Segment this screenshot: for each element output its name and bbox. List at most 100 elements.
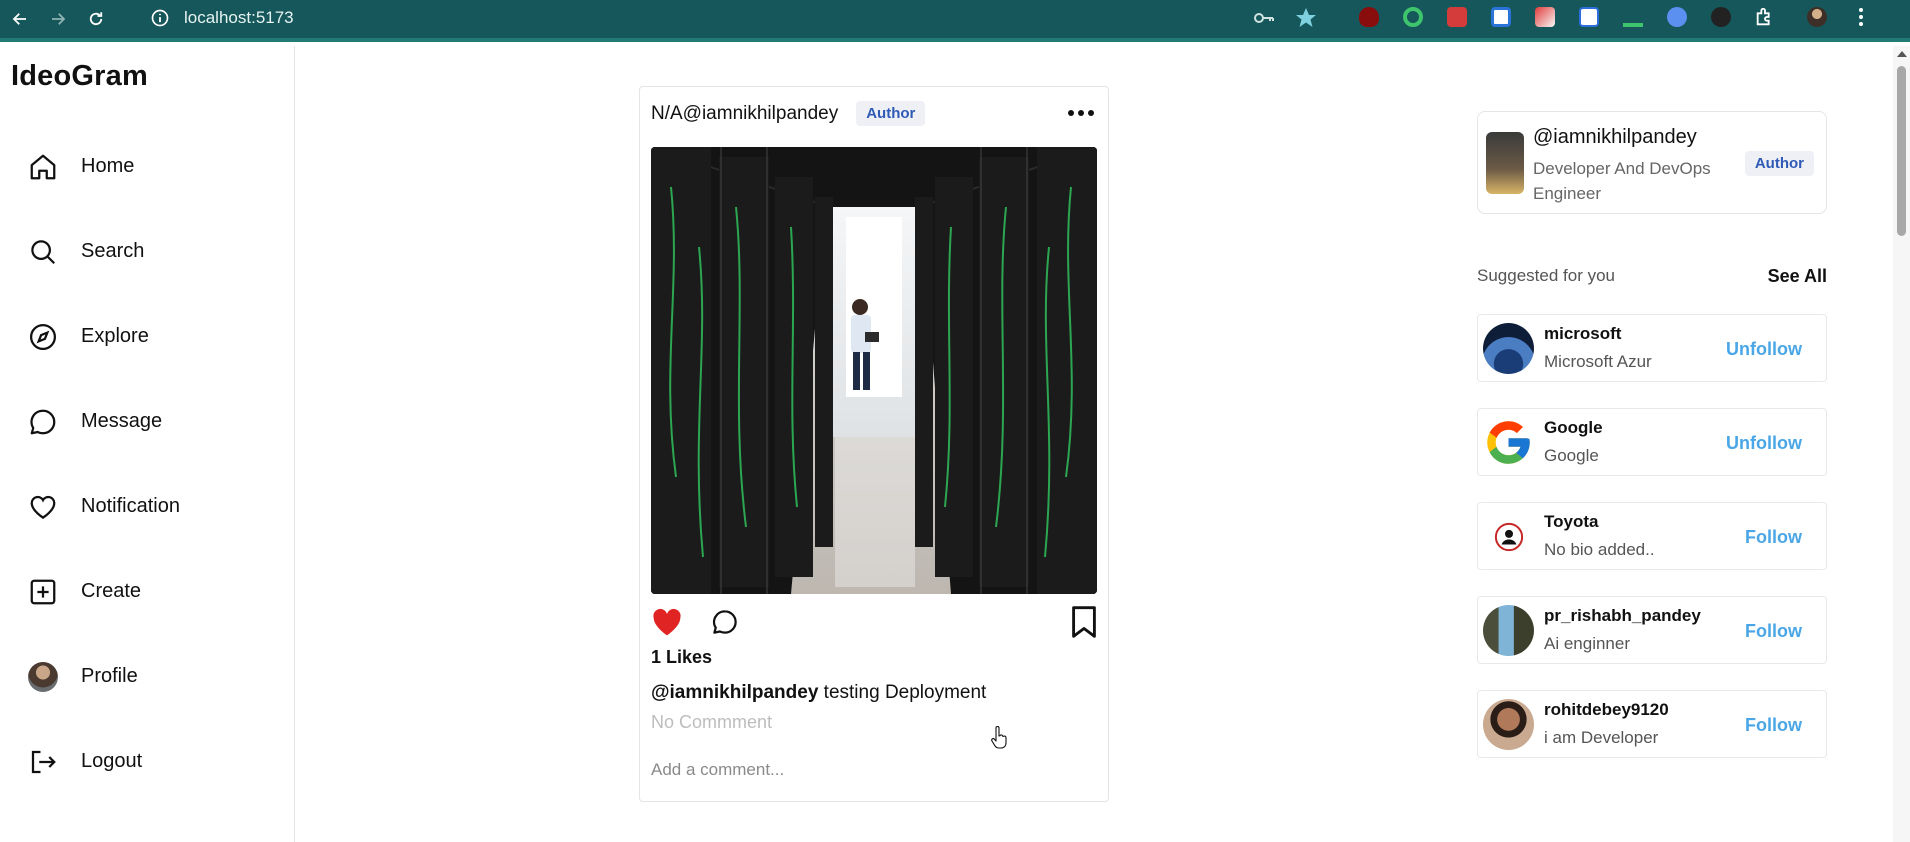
- sidebar-nav: Home Search Explore Message Notification…: [28, 124, 180, 804]
- list-item[interactable]: Toyota No bio added.. Follow: [1477, 502, 1827, 570]
- comment-icon[interactable]: [709, 607, 741, 637]
- sidebar-item-label: Logout: [81, 750, 143, 772]
- likes-count: 1 Likes: [651, 647, 713, 667]
- sidebar-item-home[interactable]: Home: [28, 124, 180, 209]
- suggestions-title: Suggested for you: [1477, 266, 1615, 285]
- menu-kebab-icon[interactable]: [1846, 2, 1876, 32]
- author-badge: Author: [856, 101, 926, 126]
- heart-icon: [30, 495, 56, 519]
- puzzle-icon[interactable]: [1750, 2, 1780, 32]
- sidebar-item-label: Notification: [81, 495, 180, 517]
- like-heart-icon[interactable]: [651, 607, 683, 637]
- more-options-icon[interactable]: [1068, 105, 1096, 121]
- search-icon: [31, 239, 56, 264]
- logout-icon: [31, 750, 56, 773]
- avatar: [1483, 605, 1534, 656]
- post-actions: [651, 605, 1097, 639]
- shield-extension-icon[interactable]: [1662, 2, 1692, 32]
- sidebar-item-explore[interactable]: Explore: [28, 294, 180, 379]
- list-item[interactable]: microsoft Microsoft Azur Unfollow: [1477, 314, 1827, 382]
- red-bag-extension-icon[interactable]: [1442, 2, 1472, 32]
- url-text: localhost:5173: [184, 8, 294, 27]
- list-item[interactable]: Google Google Unfollow: [1477, 408, 1827, 476]
- image-extension-icon[interactable]: [1574, 2, 1604, 32]
- ublock-icon[interactable]: [1354, 2, 1384, 32]
- google-logo-icon: [1483, 417, 1534, 468]
- suggestion-bio: Microsoft Azur: [1544, 352, 1652, 371]
- avatar: [1483, 323, 1534, 374]
- sidebar-item-create[interactable]: Create: [28, 549, 180, 634]
- post-card: N/A@iamnikhilpandey Author 1 Likes @iamn…: [639, 86, 1109, 802]
- back-button[interactable]: [2, 4, 38, 34]
- post-header: N/A@iamnikhilpandey Author: [651, 101, 926, 126]
- forward-button[interactable]: [40, 4, 76, 34]
- bookmark-icon[interactable]: [1071, 605, 1097, 639]
- compass-icon: [30, 323, 56, 350]
- suggestion-name[interactable]: rohitdebey9120: [1544, 700, 1669, 720]
- page-scrollbar[interactable]: [1893, 46, 1910, 842]
- list-item[interactable]: rohitdebey9120 i am Developer Follow: [1477, 690, 1827, 758]
- palette-extension-icon[interactable]: [1530, 2, 1560, 32]
- reload-icon: [89, 12, 103, 26]
- follow-button[interactable]: Follow: [1745, 715, 1802, 736]
- address-bar[interactable]: localhost:5173: [138, 3, 1338, 33]
- unfollow-button[interactable]: Unfollow: [1726, 339, 1802, 360]
- suggestion-bio: Ai enginner: [1544, 634, 1631, 653]
- avatar: [1483, 699, 1534, 750]
- suggestion-name[interactable]: Google: [1544, 418, 1603, 438]
- suggestion-name[interactable]: microsoft: [1544, 324, 1621, 344]
- post-image[interactable]: [651, 147, 1097, 594]
- arrow-right-icon: [52, 13, 66, 25]
- current-user-card[interactable]: @iamnikhilpandey Developer And DevOps En…: [1477, 111, 1827, 214]
- sidebar-item-label: Home: [81, 155, 135, 177]
- unfollow-button[interactable]: Unfollow: [1726, 433, 1802, 454]
- suggestion-bio: No bio added..: [1544, 540, 1655, 559]
- scrollbar-thumb[interactable]: [1897, 66, 1906, 236]
- dark-extension-icon[interactable]: [1706, 2, 1736, 32]
- avatar: [1486, 132, 1524, 194]
- bookmark-star-icon[interactable]: [1294, 6, 1318, 30]
- plus-square-icon: [30, 579, 56, 604]
- sidebar-item-label: Profile: [81, 665, 138, 687]
- sidebar: IdeoGram Home Search Explore Message Not…: [0, 46, 295, 842]
- info-icon: [151, 9, 169, 27]
- avatar: [28, 661, 58, 692]
- post-caption: @iamnikhilpandey testing Deployment: [651, 682, 986, 704]
- brand-logo[interactable]: IdeoGram: [11, 60, 148, 93]
- sidebar-item-label: Message: [81, 410, 163, 432]
- default-user-icon: [1483, 511, 1534, 562]
- author-badge: Author: [1744, 151, 1814, 176]
- data-center-photo: [651, 147, 1097, 594]
- browser-profile-avatar[interactable]: [1802, 2, 1832, 32]
- sidebar-item-notification[interactable]: Notification: [28, 464, 180, 549]
- suggestion-name[interactable]: Toyota: [1544, 512, 1598, 532]
- sidebar-item-label: Create: [81, 580, 142, 602]
- green-ring-extension-icon[interactable]: [1398, 2, 1428, 32]
- sidebar-item-logout[interactable]: Logout: [28, 719, 180, 804]
- key-icon[interactable]: [1252, 6, 1276, 30]
- follow-button[interactable]: Follow: [1745, 621, 1802, 642]
- sidebar-item-search[interactable]: Search: [28, 209, 180, 294]
- current-user-handle[interactable]: @iamnikhilpandey: [1533, 126, 1697, 149]
- follow-button[interactable]: Follow: [1745, 527, 1802, 548]
- suggestion-name[interactable]: pr_rishabh_pandey: [1544, 606, 1701, 626]
- post-username[interactable]: N/A@iamnikhilpandey: [651, 103, 838, 125]
- sidebar-item-label: Search: [81, 240, 145, 262]
- screen-extension-icon[interactable]: [1486, 2, 1516, 32]
- scroll-up-arrow-icon[interactable]: [1897, 51, 1907, 57]
- sidebar-item-label: Explore: [81, 325, 149, 347]
- green-check-extension-icon[interactable]: [1618, 2, 1648, 32]
- reload-button[interactable]: [78, 4, 114, 34]
- see-all-link[interactable]: See All: [1768, 266, 1827, 287]
- sidebar-item-profile[interactable]: Profile: [28, 634, 180, 719]
- arrow-left-icon: [12, 13, 26, 25]
- list-item[interactable]: pr_rishabh_pandey Ai enginner Follow: [1477, 596, 1827, 664]
- suggestions-list: microsoft Microsoft Azur Unfollow Google…: [1477, 314, 1827, 784]
- caption-username[interactable]: @iamnikhilpandey: [651, 682, 818, 703]
- sidebar-item-message[interactable]: Message: [28, 379, 180, 464]
- message-icon: [30, 409, 56, 434]
- browser-toolbar: localhost:5173: [0, 0, 1910, 42]
- comment-input[interactable]: Add a comment...: [651, 760, 784, 780]
- no-comment-text: No Commment: [651, 712, 773, 732]
- suggestion-bio: i am Developer: [1544, 728, 1659, 747]
